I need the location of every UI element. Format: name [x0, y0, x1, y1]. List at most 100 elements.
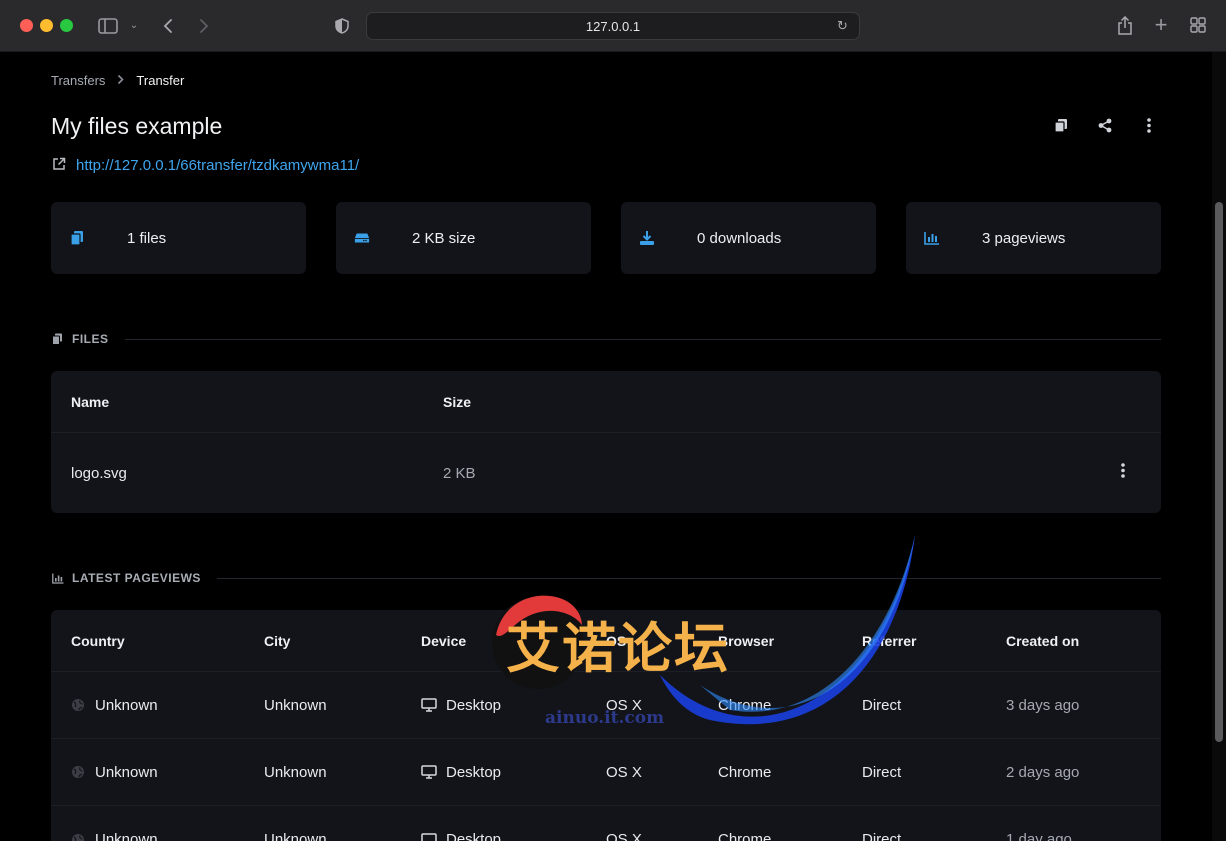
download-icon	[639, 230, 655, 246]
watermark-subtext: ainuo.it.com	[545, 708, 665, 728]
section-divider	[216, 577, 1161, 579]
pageviews-section-title: LATEST PAGEVIEWS	[72, 571, 201, 585]
pageview-referrer: Direct	[862, 831, 902, 841]
files-icon	[69, 230, 85, 246]
header-actions	[1050, 116, 1160, 138]
page-title: My files example	[51, 113, 223, 139]
files-table-header: Name Size	[51, 371, 1161, 433]
stat-downloads-text: 0 downloads	[697, 229, 782, 247]
reload-icon[interactable]: ↻	[837, 19, 851, 33]
pageview-device: Desktop	[421, 672, 501, 738]
more-options-button[interactable]	[1138, 116, 1160, 138]
section-divider	[124, 338, 1161, 340]
privacy-shield-icon[interactable]	[334, 17, 350, 35]
device-label: Desktop	[446, 763, 502, 781]
pageview-created: 3 days ago	[1006, 696, 1080, 714]
pageview-created: 1 day ago	[1006, 831, 1072, 841]
copy-link-button[interactable]	[1050, 116, 1072, 138]
column-header-device[interactable]: Device	[421, 610, 466, 671]
pageviews-section-header: LATEST PAGEVIEWS	[52, 571, 1161, 585]
pageview-browser: Chrome	[718, 763, 772, 781]
close-window-button[interactable]	[20, 19, 33, 32]
pageview-country: Unknown	[71, 672, 158, 738]
address-bar[interactable]: 127.0.0.1 ↻	[366, 12, 860, 40]
desktop-icon	[421, 765, 437, 779]
pageview-device: Desktop	[421, 739, 501, 805]
transfer-url-link[interactable]: http://127.0.0.1/66transfer/tzdkamywma11…	[76, 157, 359, 174]
pageview-referrer: Direct	[862, 763, 902, 781]
file-name: logo.svg	[71, 464, 127, 482]
page-scrollbar[interactable]	[1212, 52, 1226, 841]
files-section-title: FILES	[72, 332, 109, 346]
device-label: Desktop	[446, 831, 502, 841]
files-section-icon	[52, 333, 64, 345]
country-label: Unknown	[95, 763, 158, 781]
chevron-down-icon[interactable]: ⌄	[128, 18, 140, 34]
stats-row: 1 files 2 KB size 0 downloads 3 pageview…	[51, 202, 1161, 274]
desktop-icon	[421, 832, 437, 841]
country-label: Unknown	[95, 696, 158, 714]
browser-toolbar: ⌄ 127.0.0.1 ↻ +	[0, 0, 1226, 52]
files-table: Name Size logo.svg 2 KB	[51, 371, 1161, 513]
pageview-browser: Chrome	[718, 831, 772, 841]
breadcrumb: Transfers Transfer	[51, 73, 184, 88]
desktop-icon	[421, 698, 437, 712]
pageview-city: Unknown	[264, 696, 327, 714]
stat-pageviews: 3 pageviews	[906, 202, 1161, 274]
column-header-city[interactable]: City	[264, 610, 290, 671]
column-header-referrer[interactable]: Referrer	[862, 610, 916, 671]
share-icon[interactable]	[1116, 15, 1134, 35]
table-row: Unknown Unknown Desktop OS X Chrome Dire…	[51, 739, 1161, 806]
external-link-icon	[52, 157, 66, 174]
pageview-os: OS X	[606, 763, 642, 781]
pageview-referrer: Direct	[862, 696, 902, 714]
stat-files-text: 1 files	[127, 229, 167, 247]
forward-icon[interactable]	[196, 17, 212, 35]
breadcrumb-current: Transfer	[136, 73, 185, 88]
pageview-country: Unknown	[71, 739, 158, 805]
column-header-size[interactable]: Size	[443, 371, 471, 432]
address-bar-text: 127.0.0.1	[585, 18, 641, 34]
share-button[interactable]	[1094, 116, 1116, 138]
scrollbar-thumb[interactable]	[1215, 202, 1223, 742]
sidebar-toggle-icon[interactable]	[97, 17, 119, 35]
stat-size: 2 KB size	[336, 202, 591, 274]
stat-pageviews-text: 3 pageviews	[982, 229, 1066, 247]
hard-drive-icon	[354, 230, 370, 246]
column-header-country[interactable]: Country	[71, 610, 125, 671]
new-tab-icon[interactable]: +	[1152, 14, 1170, 36]
bar-chart-icon	[924, 230, 940, 246]
column-header-name[interactable]: Name	[71, 371, 109, 432]
stat-files: 1 files	[51, 202, 306, 274]
pageview-city: Unknown	[264, 831, 327, 841]
pageview-created: 2 days ago	[1006, 763, 1080, 781]
pageviews-section-icon	[52, 572, 64, 584]
globe-icon	[71, 698, 85, 712]
file-size: 2 KB	[443, 464, 476, 482]
pageview-device: Desktop	[421, 806, 501, 841]
stat-size-text: 2 KB size	[412, 229, 476, 247]
kebab-icon	[1121, 463, 1125, 483]
pageview-city: Unknown	[264, 763, 327, 781]
kebab-icon	[1147, 117, 1151, 137]
files-section-header: FILES	[52, 332, 1161, 346]
device-label: Desktop	[446, 696, 502, 714]
country-label: Unknown	[95, 831, 158, 841]
pageview-os: OS X	[606, 831, 642, 841]
watermark-text: 艾诺论坛	[506, 617, 730, 680]
pageview-country: Unknown	[71, 806, 158, 841]
back-icon[interactable]	[160, 17, 176, 35]
stat-downloads: 0 downloads	[621, 202, 876, 274]
table-row: logo.svg 2 KB	[51, 433, 1161, 513]
column-header-created[interactable]: Created on	[1006, 610, 1079, 671]
share-nodes-icon	[1098, 118, 1112, 137]
minimize-window-button[interactable]	[40, 19, 53, 32]
zoom-window-button[interactable]	[60, 19, 73, 32]
transfer-link-row: http://127.0.0.1/66transfer/tzdkamywma11…	[52, 157, 359, 174]
chevron-right-icon	[117, 74, 125, 88]
table-row: Unknown Unknown Desktop OS X Chrome Dire…	[51, 806, 1161, 841]
globe-icon	[71, 765, 85, 779]
file-actions-button[interactable]	[1121, 433, 1125, 513]
tab-overview-icon[interactable]	[1189, 16, 1207, 34]
breadcrumb-transfers-link[interactable]: Transfers	[51, 73, 105, 88]
